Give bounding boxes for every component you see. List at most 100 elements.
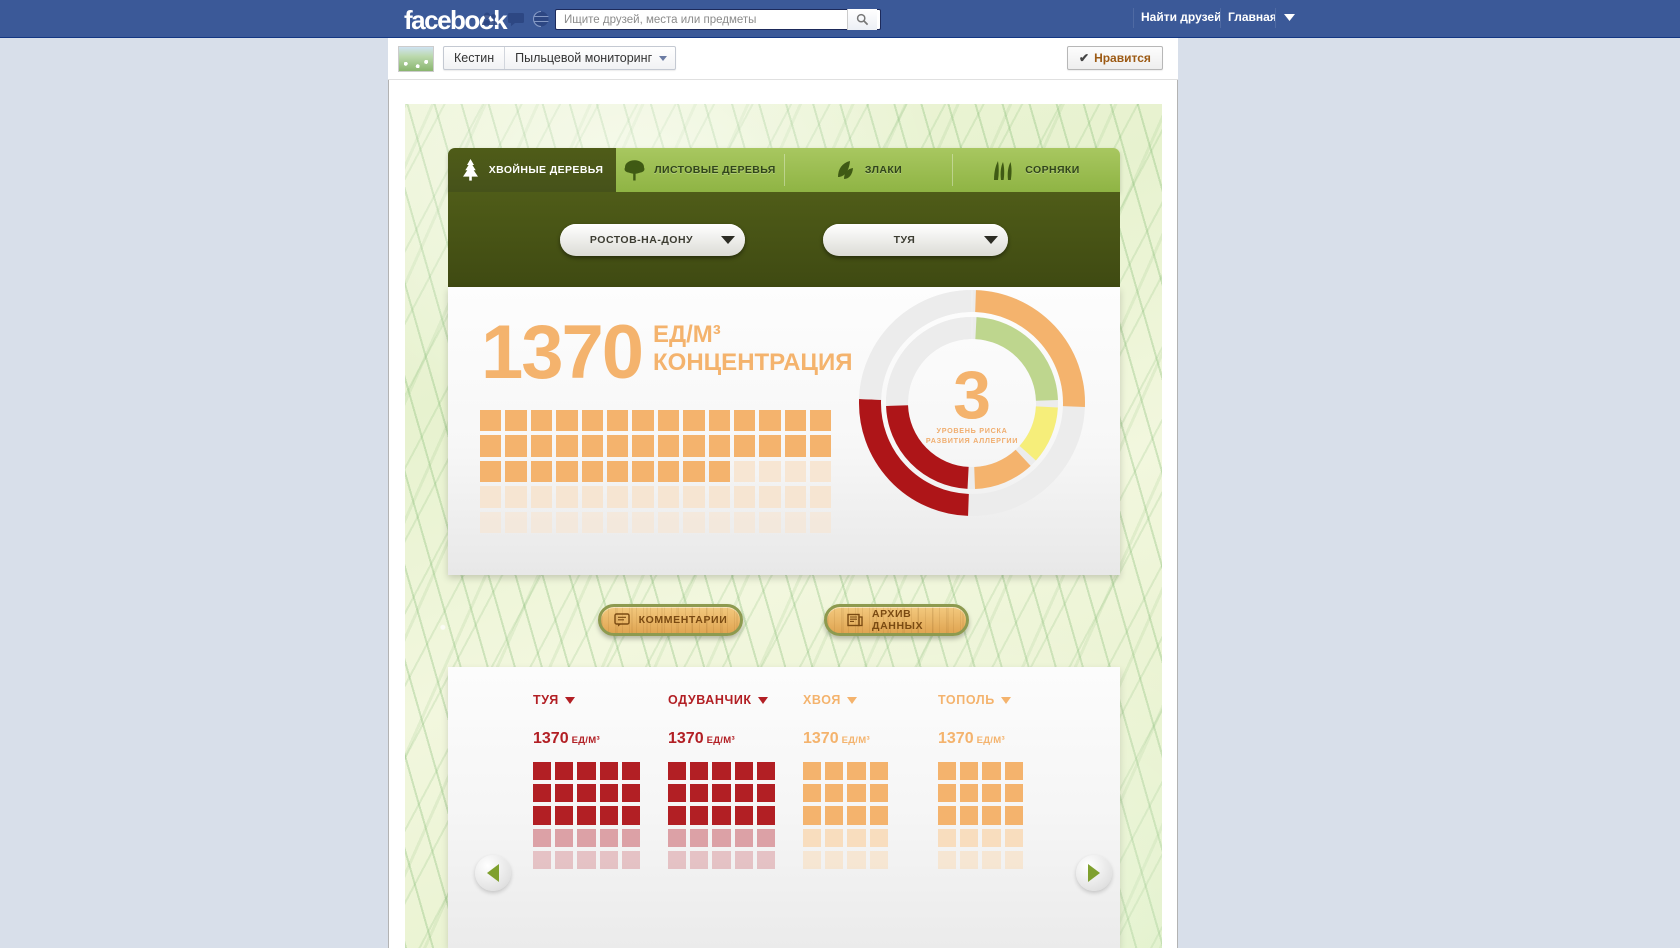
- home-link[interactable]: Главная: [1228, 10, 1277, 24]
- plant-cell: [869, 850, 892, 873]
- plant-cell: [690, 784, 712, 806]
- page-avatar[interactable]: [398, 46, 434, 72]
- like-button-label: Нравится: [1094, 51, 1151, 65]
- plant-cell: [668, 850, 690, 873]
- plant-column: ТОПОЛЬ 1370 ЕД/М³: [938, 693, 1027, 873]
- plant-grid: [938, 762, 1027, 873]
- concentration-unit: ЕД/М³: [653, 321, 721, 348]
- check-icon: ✔: [1079, 51, 1090, 65]
- search-bar[interactable]: [555, 9, 881, 30]
- concentration-cell: [480, 486, 505, 511]
- prev-arrow-button[interactable]: [475, 855, 511, 891]
- plant-cell: [690, 828, 712, 851]
- plant-name-dropdown[interactable]: ОДУВАНЧИК: [668, 693, 779, 707]
- donut-inner-orange: [973, 449, 1031, 489]
- plant-grid: [803, 762, 892, 873]
- concentration-cell: [683, 435, 708, 460]
- plant-cell: [712, 806, 734, 828]
- notifications-icon[interactable]: [532, 10, 550, 28]
- plant-value-unit: ЕД/М³: [841, 735, 870, 746]
- plant-cell: [847, 828, 869, 851]
- like-button[interactable]: ✔ Нравится: [1067, 46, 1163, 70]
- concentration-cell: [505, 435, 530, 460]
- plant-cell: [668, 806, 690, 828]
- plant-grid: [533, 762, 644, 873]
- plant-cell: [825, 784, 847, 806]
- plant-name-label: ОДУВАНЧИК: [668, 693, 752, 707]
- concentration-cell: [581, 486, 607, 511]
- concentration-cell: [556, 410, 581, 435]
- tab-broadleaf-trees[interactable]: ЛИСТОВЫЕ ДЕРЕВЬЯ: [616, 148, 784, 192]
- plant-cell: [803, 784, 825, 806]
- plant-cell: [847, 762, 869, 784]
- concentration-cell: [606, 460, 632, 486]
- plant-cell: [555, 784, 577, 806]
- plant-dropdown[interactable]: ТУЯ: [823, 223, 1008, 256]
- city-dropdown[interactable]: РОСТОВ-НА-ДОНУ: [560, 223, 745, 256]
- plant-grid: [668, 762, 779, 873]
- comments-button-label: КОММЕНТАРИИ: [638, 614, 728, 626]
- plant-value-number: 1370: [533, 730, 569, 747]
- page-name-dropdown[interactable]: Пыльцевой мониторинг: [505, 47, 675, 69]
- chevron-down-icon: [1000, 696, 1011, 704]
- plant-name-dropdown[interactable]: ХВОЯ: [803, 693, 892, 707]
- plant-name-dropdown[interactable]: ТУЯ: [533, 693, 644, 707]
- plant-cell: [577, 784, 599, 806]
- plant-cell: [621, 806, 644, 828]
- concentration-cell: [581, 435, 607, 460]
- concentration-value: 1370: [481, 310, 644, 395]
- plant-cell: [621, 762, 644, 784]
- tab-conifer-trees[interactable]: ХВОЙНЫЕ ДЕРЕВЬЯ: [448, 148, 616, 192]
- next-arrow-button[interactable]: [1076, 855, 1112, 891]
- chevron-down-icon: [659, 55, 668, 61]
- concentration-cell: [581, 511, 607, 537]
- concentration-cell: [708, 486, 734, 511]
- plant-cell: [982, 762, 1004, 784]
- concentration-cell: [530, 511, 556, 537]
- tab-grains[interactable]: ЗЛАКИ: [784, 148, 952, 192]
- plant-column: ОДУВАНЧИК 1370 ЕД/М³: [668, 693, 779, 873]
- plant-name-dropdown[interactable]: ТОПОЛЬ: [938, 693, 1027, 707]
- concentration-cell: [759, 435, 784, 460]
- concentration-cell: [733, 486, 759, 511]
- plant-cell: [847, 850, 869, 873]
- plant-cell: [825, 828, 847, 851]
- friend-requests-icon[interactable]: [481, 10, 499, 28]
- plant-cell: [756, 762, 779, 784]
- plant-value-unit: ЕД/М³: [571, 735, 600, 746]
- account-menu-caret-icon[interactable]: [1284, 10, 1295, 24]
- concentration-cell: [505, 460, 530, 486]
- messages-icon[interactable]: [507, 10, 525, 28]
- plant-cell: [869, 806, 892, 828]
- plant-value: 1370 ЕД/М³: [938, 730, 1027, 748]
- concentration-cell: [708, 511, 734, 537]
- concentration-cell: [480, 460, 505, 486]
- user-name[interactable]: Кестин: [444, 47, 506, 69]
- risk-donut-chart: [856, 287, 1088, 519]
- concentration-cell: [530, 410, 556, 435]
- tab-weeds[interactable]: СОРНЯКИ: [952, 148, 1120, 192]
- arrow-left-icon: [487, 864, 499, 882]
- concentration-cell: [759, 511, 784, 537]
- plant-dropdown-value: ТУЯ: [893, 233, 916, 246]
- plant-cell: [869, 784, 892, 806]
- concentration-cell: [480, 435, 505, 460]
- archive-button[interactable]: АРХИВ ДАННЫХ: [824, 604, 969, 636]
- plant-cell: [577, 762, 599, 784]
- concentration-cell: [606, 486, 632, 511]
- plant-name-label: ТОПОЛЬ: [938, 693, 995, 707]
- plant-cell: [734, 784, 757, 806]
- comments-button[interactable]: КОММЕНТАРИИ: [598, 604, 743, 636]
- weed-grass-icon: [992, 159, 1016, 181]
- pollen-monitor-app: ХВОЙНЫЕ ДЕРЕВЬЯ ЛИСТОВЫЕ ДЕРЕВЬЯ ЗЛАКИ С…: [405, 104, 1162, 948]
- chevron-down-icon: [564, 696, 575, 704]
- search-icon[interactable]: [847, 9, 877, 30]
- plant-value: 1370 ЕД/М³: [668, 730, 779, 748]
- plant-cell: [982, 828, 1004, 851]
- concentration-cell: [784, 486, 810, 511]
- filter-controls: РОСТОВ-НА-ДОНУ ТУЯ: [448, 192, 1120, 287]
- plant-cell: [621, 828, 644, 851]
- plant-cell: [668, 784, 690, 806]
- search-input[interactable]: [562, 10, 847, 29]
- find-friends-link[interactable]: Найти друзей: [1141, 10, 1221, 24]
